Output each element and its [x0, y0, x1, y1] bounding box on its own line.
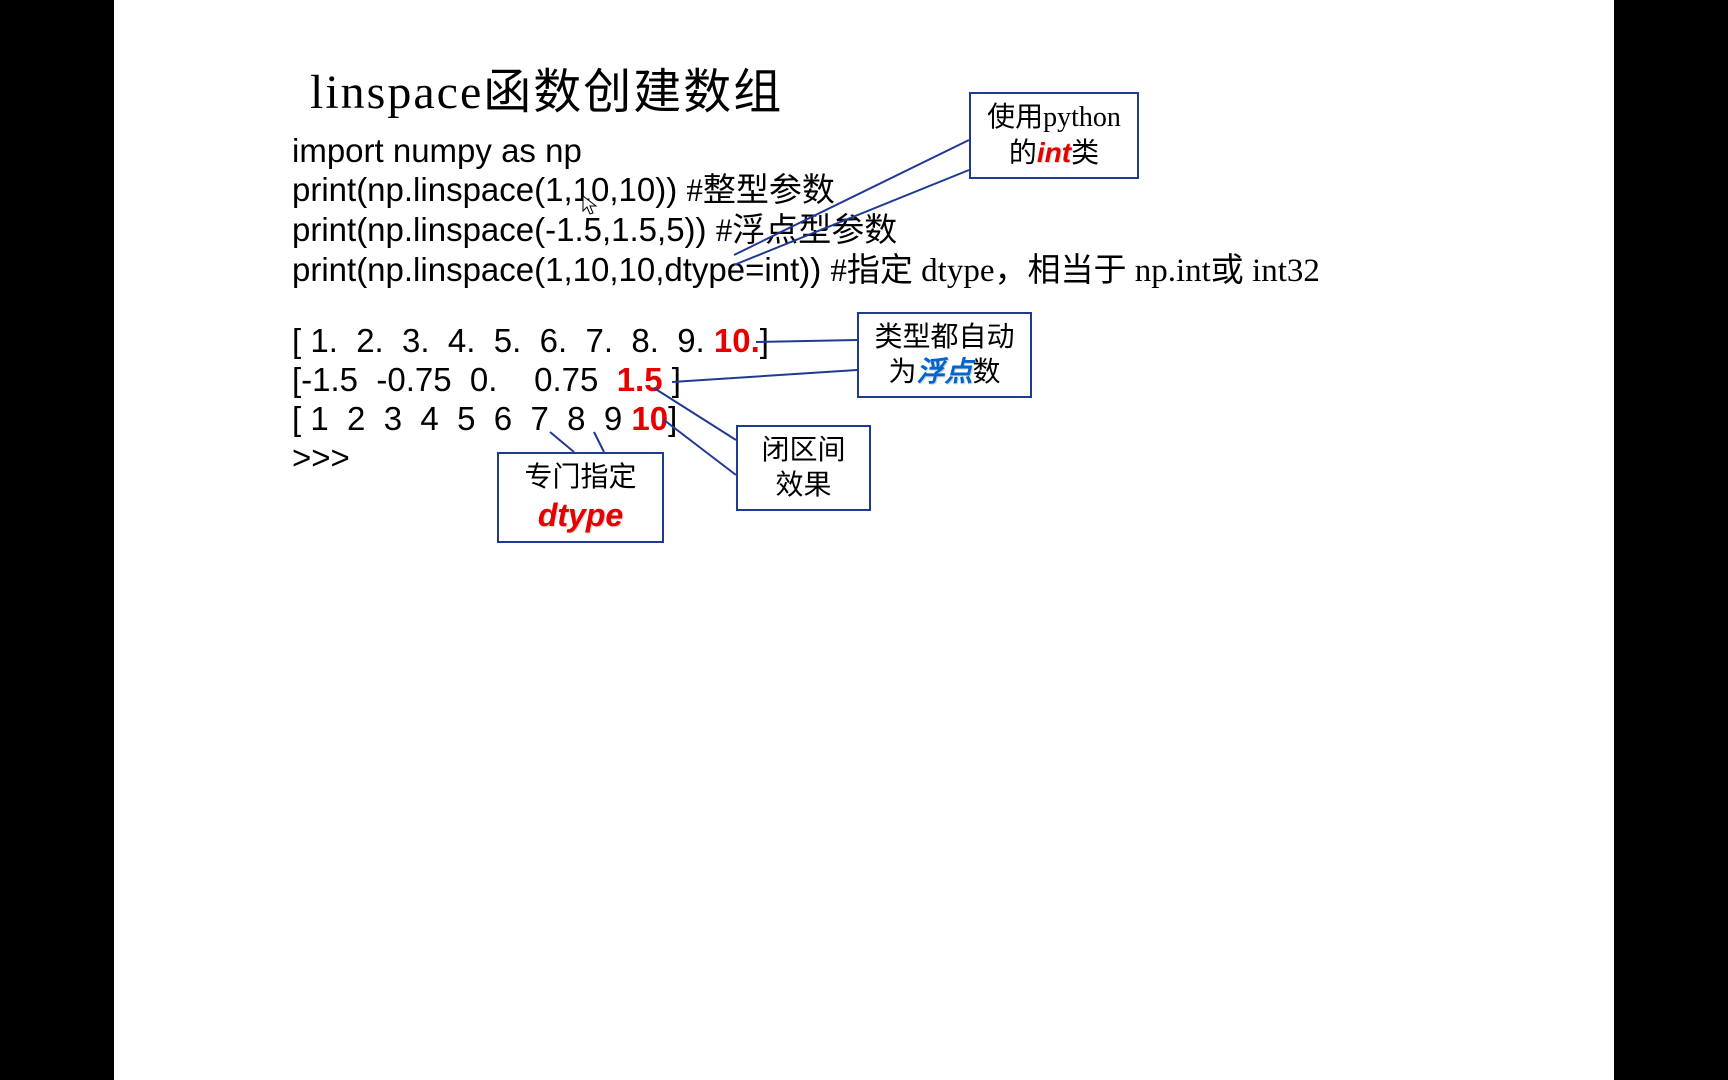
code-line-4a: print(np.linspace(1,10,10,dtype=int)): [292, 251, 830, 288]
callout-float-l1: 类型都自动: [869, 320, 1020, 355]
out-2a: [-1.5 -0.75 0. 0.75: [292, 361, 617, 398]
callout-closed-l1: 闭区间: [748, 433, 859, 468]
out-2c: ]: [663, 361, 681, 398]
callout-int-hl: int: [1037, 137, 1071, 168]
out-1-hl: 10.: [714, 322, 760, 359]
callout-int: 使用python 的int类: [969, 92, 1139, 179]
callout-dtype-hl: dtype: [538, 497, 623, 533]
callout-float-hl: 浮点: [916, 357, 972, 388]
callout-closed: 闭区间 效果: [736, 425, 871, 511]
code-block: import numpy as np print(np.linspace(1,1…: [292, 132, 1320, 291]
out-3-hl: 10: [631, 400, 668, 437]
code-line-3a: print(np.linspace(-1.5,1.5,5)): [292, 211, 716, 248]
out-3c: ]: [668, 400, 677, 437]
mouse-cursor-icon: [582, 195, 598, 217]
callout-dtype: 专门指定 dtype: [497, 452, 664, 543]
callout-float: 类型都自动 为浮点数: [857, 312, 1032, 398]
out-prompt: >>>: [292, 439, 350, 476]
callout-closed-l2: 效果: [748, 468, 859, 503]
code-comment-2: #整型参数: [686, 173, 835, 209]
callout-int-line1: 使用python: [981, 100, 1127, 135]
slide-title: linspace函数创建数组: [310, 52, 783, 122]
code-line-1: import numpy as np: [292, 132, 582, 169]
callout-int-line2: 的int类: [981, 135, 1127, 171]
out-3a: [ 1 2 3 4 5 6 7 8 9: [292, 400, 631, 437]
callout-float-l2: 为浮点数: [869, 355, 1020, 390]
slide: linspace函数创建数组 import numpy as np print(…: [114, 0, 1614, 1080]
out-2-hl: 1.5: [617, 361, 663, 398]
out-1a: [ 1. 2. 3. 4. 5. 6. 7. 8. 9.: [292, 322, 714, 359]
code-line-2a: print(np.linspace(1,10,10)): [292, 171, 686, 208]
callout-dtype-l1: 专门指定: [509, 460, 652, 495]
out-1c: ]: [760, 322, 769, 359]
code-comment-3: #浮点型参数: [716, 213, 898, 249]
code-comment-4: #指定 dtype，相当于 np.int或 int32: [830, 253, 1320, 289]
